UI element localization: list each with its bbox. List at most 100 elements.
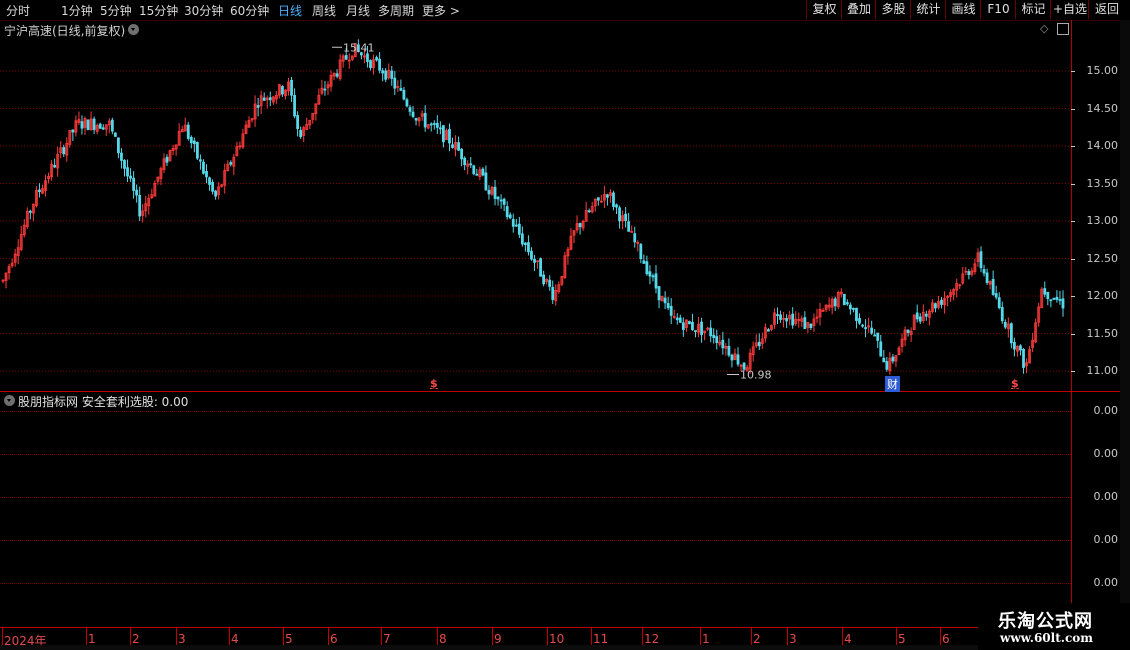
candle-body <box>290 79 293 96</box>
x-tick-mark <box>547 628 548 645</box>
candle-body <box>994 293 998 298</box>
x-tick-label: 2 <box>753 632 761 646</box>
x-tick-mark <box>492 628 493 645</box>
period-5min[interactable]: 5分钟 <box>100 2 132 19</box>
indicator-grid-line <box>0 540 1071 541</box>
candle-body <box>299 129 303 138</box>
draw-line-button[interactable]: 画线 <box>945 0 981 19</box>
candle-body <box>627 221 631 232</box>
candle-body <box>727 346 731 356</box>
candle-body <box>123 159 126 169</box>
x-tick-mark <box>896 628 897 645</box>
candlestick-chart[interactable]: 15.41 10.98 <box>0 20 1071 392</box>
candle-body <box>414 118 418 121</box>
y-tick-label: 11.00 <box>1086 364 1119 377</box>
watermark-url: www.60lt.com <box>1000 631 1093 645</box>
f10-button[interactable]: F10 <box>980 0 1016 19</box>
candle-body <box>38 189 41 193</box>
candle-body <box>110 119 114 132</box>
x-tick-mark <box>283 628 284 645</box>
candle-body <box>527 242 530 253</box>
candle-body <box>809 323 813 328</box>
candle-body <box>1022 348 1025 368</box>
back-button[interactable]: 返回 <box>1088 0 1125 19</box>
candle-body <box>1013 342 1016 350</box>
period-daily[interactable]: 日线 <box>278 2 302 19</box>
x-tick-mark <box>381 628 382 645</box>
candle-body <box>442 125 445 143</box>
period-multi[interactable]: 多周期 <box>378 2 414 19</box>
candle-body <box>852 308 855 310</box>
x-tick-mark <box>940 628 941 645</box>
period-monthly[interactable]: 月线 <box>346 2 370 19</box>
candle-body <box>615 204 618 208</box>
x-tick-mark <box>437 628 438 645</box>
candle-body <box>129 175 132 179</box>
mark-button[interactable]: 标记 <box>1015 0 1051 19</box>
candle-body <box>855 307 858 321</box>
dividend-marker[interactable]: $ <box>1011 377 1019 390</box>
candle-body <box>940 299 943 305</box>
candle-body <box>481 168 485 176</box>
candle-body <box>1061 298 1065 309</box>
candle-body <box>211 181 214 192</box>
x-tick-label: 6 <box>942 632 950 646</box>
candle-body <box>293 95 296 117</box>
candle-body <box>214 190 218 197</box>
candle-body <box>487 189 491 195</box>
finance-report-marker[interactable]: 财 <box>885 376 900 392</box>
indicator-grid-line <box>0 454 1071 455</box>
candle-body <box>423 112 427 128</box>
y-tick-mark <box>1071 333 1075 335</box>
indicator-y-tick-label: 0.00 <box>1093 576 1119 589</box>
candle-body <box>463 157 467 166</box>
candle-body <box>335 73 339 77</box>
x-tick-label: 11 <box>593 632 609 646</box>
x-tick-label: 9 <box>494 632 502 646</box>
stats-button[interactable]: 统计 <box>910 0 946 19</box>
candle-body <box>268 97 272 101</box>
candle-body <box>451 144 454 148</box>
candle-body <box>879 341 883 357</box>
candle-body <box>612 192 615 207</box>
candle-body <box>195 141 199 159</box>
candle-body <box>864 327 867 330</box>
x-tick-mark <box>842 628 843 645</box>
candle-body <box>366 53 369 62</box>
candle-body <box>484 172 488 191</box>
candle-body <box>642 260 646 264</box>
candle-body <box>113 132 117 137</box>
candle-body <box>766 329 770 332</box>
candle-body <box>469 163 473 166</box>
x-axis-line <box>0 627 1120 628</box>
add-watchlist-button[interactable]: +自选 <box>1050 0 1089 19</box>
candle-body <box>132 177 136 191</box>
candle-body <box>648 271 652 277</box>
candle-body <box>657 286 661 301</box>
multi-stock-button[interactable]: 多股 <box>875 0 911 19</box>
y-tick-mark <box>1071 183 1075 185</box>
period-15min[interactable]: 15分钟 <box>139 2 178 19</box>
fuquan-button[interactable]: 复权 <box>806 0 842 19</box>
candle-body <box>262 97 266 101</box>
candle-body <box>542 274 546 285</box>
candle-body <box>848 304 852 310</box>
indicator-dropdown-icon[interactable] <box>4 395 15 406</box>
period-30min[interactable]: 30分钟 <box>184 2 223 19</box>
candle-body <box>120 152 123 161</box>
candle-body <box>296 115 300 129</box>
period-weekly[interactable]: 周线 <box>312 2 336 19</box>
overlay-button[interactable]: 叠加 <box>841 0 876 19</box>
period-60min[interactable]: 60分钟 <box>230 2 269 19</box>
candle-body <box>281 86 284 95</box>
period-fenshi[interactable]: 分时 <box>6 2 30 19</box>
period-1min[interactable]: 1分钟 <box>61 2 93 19</box>
candle-body <box>460 148 464 160</box>
period-more[interactable]: 更多 > <box>422 2 460 19</box>
candle-body <box>256 105 260 108</box>
candle-body <box>736 354 740 365</box>
candle-body <box>28 210 32 213</box>
x-tick-label: 5 <box>898 632 906 646</box>
dividend-marker[interactable]: $ <box>430 377 438 390</box>
candle-body <box>691 321 694 331</box>
